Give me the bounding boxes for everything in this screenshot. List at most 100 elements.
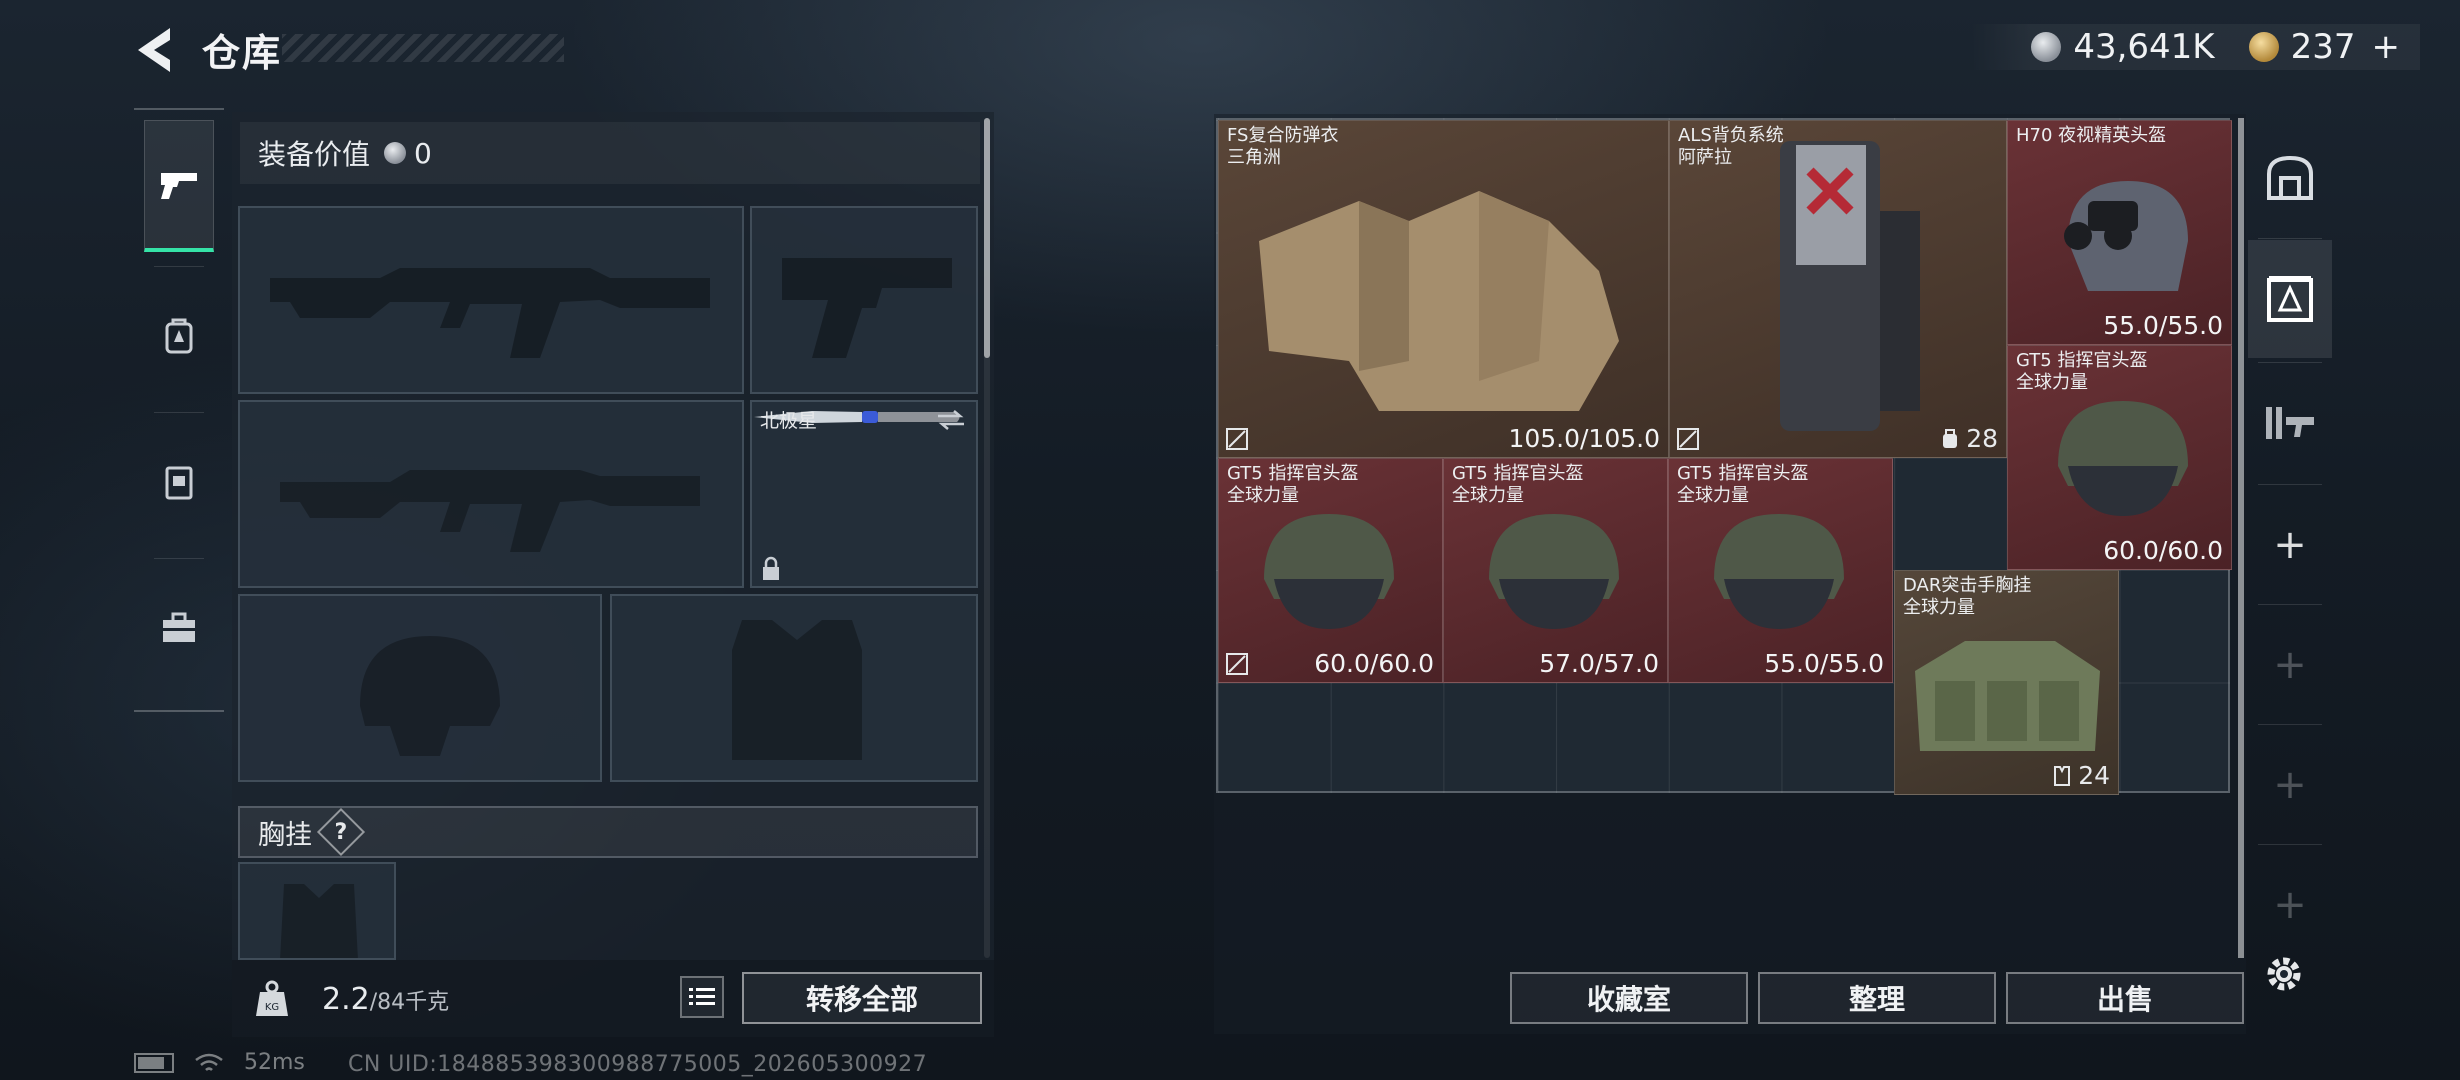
backpack-image bbox=[1780, 141, 1920, 431]
helmet-image bbox=[1714, 514, 1844, 629]
side-tab-add-1[interactable]: + bbox=[2248, 486, 2332, 604]
add-gold-button[interactable]: + bbox=[2372, 27, 2401, 67]
equipment-value-label: 装备价值 bbox=[258, 138, 371, 171]
storage-item-gt5-helmet[interactable]: GT5 指挥官头盔 全球力量 57.0/57.0 bbox=[1443, 458, 1668, 683]
primary-weapon-slot[interactable] bbox=[238, 206, 744, 394]
helmet-image bbox=[1264, 514, 1394, 629]
side-tab-add-2[interactable]: + bbox=[2248, 606, 2332, 724]
backpack-tag-icon bbox=[1677, 428, 1699, 450]
transfer-all-button[interactable]: 转移全部 bbox=[742, 972, 982, 1024]
weight-icon: KG bbox=[256, 980, 288, 1016]
helmet-slot[interactable] bbox=[238, 594, 602, 782]
equipment-scrollbar[interactable] bbox=[984, 118, 990, 358]
side-tab-weapons[interactable] bbox=[2248, 364, 2332, 482]
chest-rig-silhouette-icon bbox=[280, 884, 358, 958]
rail-item-backpack[interactable] bbox=[144, 270, 214, 402]
secondary-weapon-slot[interactable] bbox=[238, 400, 744, 588]
helmet-image bbox=[2058, 401, 2188, 516]
storage-item-h70-helmet[interactable]: H70 夜视精英头盔 55.0/55.0 bbox=[2007, 120, 2232, 345]
list-view-button[interactable] bbox=[680, 976, 724, 1018]
side-tab-safebox[interactable] bbox=[2248, 118, 2332, 236]
chest-rig-slot[interactable] bbox=[238, 862, 396, 960]
item-name: GT5 指挥官头盔 bbox=[1227, 463, 1359, 484]
rail-item-weapons[interactable] bbox=[144, 120, 214, 252]
svg-text:KG: KG bbox=[265, 1002, 279, 1013]
pistol-icon bbox=[161, 172, 197, 199]
safebox-icon bbox=[2267, 155, 2313, 200]
armor-image bbox=[1259, 191, 1619, 411]
storage-side-tabs: + + + + bbox=[2248, 118, 2332, 968]
backpack-icon bbox=[165, 318, 193, 354]
chest-rig-label: 胸挂 bbox=[258, 819, 312, 851]
item-name: H70 夜视精英头盔 bbox=[2016, 125, 2167, 146]
side-tab-add-4[interactable]: + bbox=[2248, 846, 2332, 964]
side-tab-storage[interactable] bbox=[2248, 240, 2332, 358]
toolbox-icon bbox=[163, 612, 195, 642]
storage-scrollbar[interactable] bbox=[2238, 118, 2244, 958]
storage-item-gt5-helmet[interactable]: GT5 指挥官头盔 全球力量 55.0/55.0 bbox=[1668, 458, 1893, 683]
user-uid: CN UID:184885398300988775005_20260530092… bbox=[348, 1052, 928, 1077]
helmet-image bbox=[2064, 181, 2188, 291]
storage-item-gt5-helmet[interactable]: GT5 指挥官头盔 全球力量 60.0/60.0 bbox=[2007, 345, 2232, 570]
weight-current: 2.2 bbox=[322, 982, 370, 1017]
wifi-icon bbox=[195, 1053, 223, 1071]
back-arrow-icon[interactable] bbox=[132, 24, 176, 76]
rail-item-vest[interactable] bbox=[144, 416, 214, 548]
melee-slot[interactable]: 北极星 bbox=[750, 400, 978, 588]
capacity-icon bbox=[2054, 765, 2071, 786]
gold-currency-amount: 237 bbox=[2290, 27, 2356, 67]
rifle-silhouette-icon bbox=[270, 268, 710, 358]
item-durability: 60.0/60.0 bbox=[2103, 536, 2223, 565]
item-durability: 57.0/57.0 bbox=[1539, 649, 1659, 678]
item-durability: 60.0/60.0 bbox=[1314, 649, 1434, 678]
helmet-tag-icon bbox=[1226, 653, 1248, 675]
melee-item-name: 北极星 bbox=[760, 410, 818, 432]
page-title: 仓库 bbox=[202, 31, 283, 75]
storage-item-backpack[interactable]: ALS背负系统 阿萨拉 28 bbox=[1669, 120, 2007, 458]
side-tab-add-3[interactable]: + bbox=[2248, 726, 2332, 844]
gold-coin-icon bbox=[2248, 32, 2279, 62]
title-decoration bbox=[282, 34, 564, 62]
chest-rig-image bbox=[1915, 641, 2100, 751]
chest-rig-header: 胸挂 ? bbox=[238, 806, 978, 858]
list-icon bbox=[689, 988, 715, 1005]
category-rail bbox=[134, 108, 224, 712]
weapons-rack-icon bbox=[2266, 407, 2314, 439]
item-name: GT5 指挥官头盔 bbox=[1452, 463, 1584, 484]
item-capacity: 28 bbox=[1966, 424, 1998, 453]
storage-item-armor[interactable]: FS复合防弹衣 三角洲 105.0/105.0 bbox=[1218, 120, 1669, 458]
item-durability: 55.0/55.0 bbox=[1764, 649, 1884, 678]
item-name: GT5 指挥官头盔 bbox=[2016, 350, 2148, 371]
currency-bar: 43,641K 237 + bbox=[1971, 24, 2420, 70]
armor-slot[interactable] bbox=[610, 594, 978, 782]
storage-grid[interactable]: FS复合防弹衣 三角洲 105.0/105.0 ALS背负系统 阿萨拉 28 H70… bbox=[1216, 118, 2232, 795]
helmet-image bbox=[1489, 514, 1619, 629]
weight-max: /84千克 bbox=[369, 990, 450, 1015]
collection-room-button[interactable]: 收藏室 bbox=[1510, 972, 1748, 1024]
armor-tag-icon bbox=[1226, 428, 1248, 450]
rifle-silhouette-icon bbox=[280, 470, 700, 552]
item-name: DAR突击手胸挂 bbox=[1903, 575, 2032, 596]
item-capacity: 24 bbox=[2078, 761, 2110, 790]
item-durability: 105.0/105.0 bbox=[1508, 424, 1660, 453]
storage-item-gt5-helmet[interactable]: GT5 指挥官头盔 全球力量 60.0/60.0 bbox=[1218, 458, 1443, 683]
storage-item-chest-rig[interactable]: DAR突击手胸挂 全球力量 24 bbox=[1894, 570, 2119, 795]
storage-icon bbox=[2267, 276, 2313, 322]
sell-button[interactable]: 出售 bbox=[2006, 972, 2244, 1024]
gear-icon[interactable] bbox=[2262, 952, 2306, 996]
armor-silhouette-icon bbox=[732, 620, 862, 760]
item-durability: 55.0/55.0 bbox=[2103, 311, 2223, 340]
equipment-value-row: 装备价值 0 bbox=[240, 122, 980, 184]
rail-item-toolbox[interactable] bbox=[144, 562, 214, 694]
ping-readout: 52ms bbox=[244, 1050, 305, 1075]
swap-icon[interactable] bbox=[936, 408, 966, 432]
item-name: FS复合防弹衣 bbox=[1227, 125, 1339, 146]
sidearm-slot[interactable] bbox=[750, 206, 978, 394]
chest-rig-help-button[interactable]: ? bbox=[316, 807, 366, 857]
item-name: GT5 指挥官头盔 bbox=[1677, 463, 1809, 484]
silver-coin-icon bbox=[2031, 32, 2062, 62]
organize-button[interactable]: 整理 bbox=[1758, 972, 1996, 1024]
capacity-icon bbox=[1943, 428, 1958, 448]
vest-icon bbox=[165, 466, 193, 500]
pistol-silhouette-icon bbox=[782, 258, 952, 358]
